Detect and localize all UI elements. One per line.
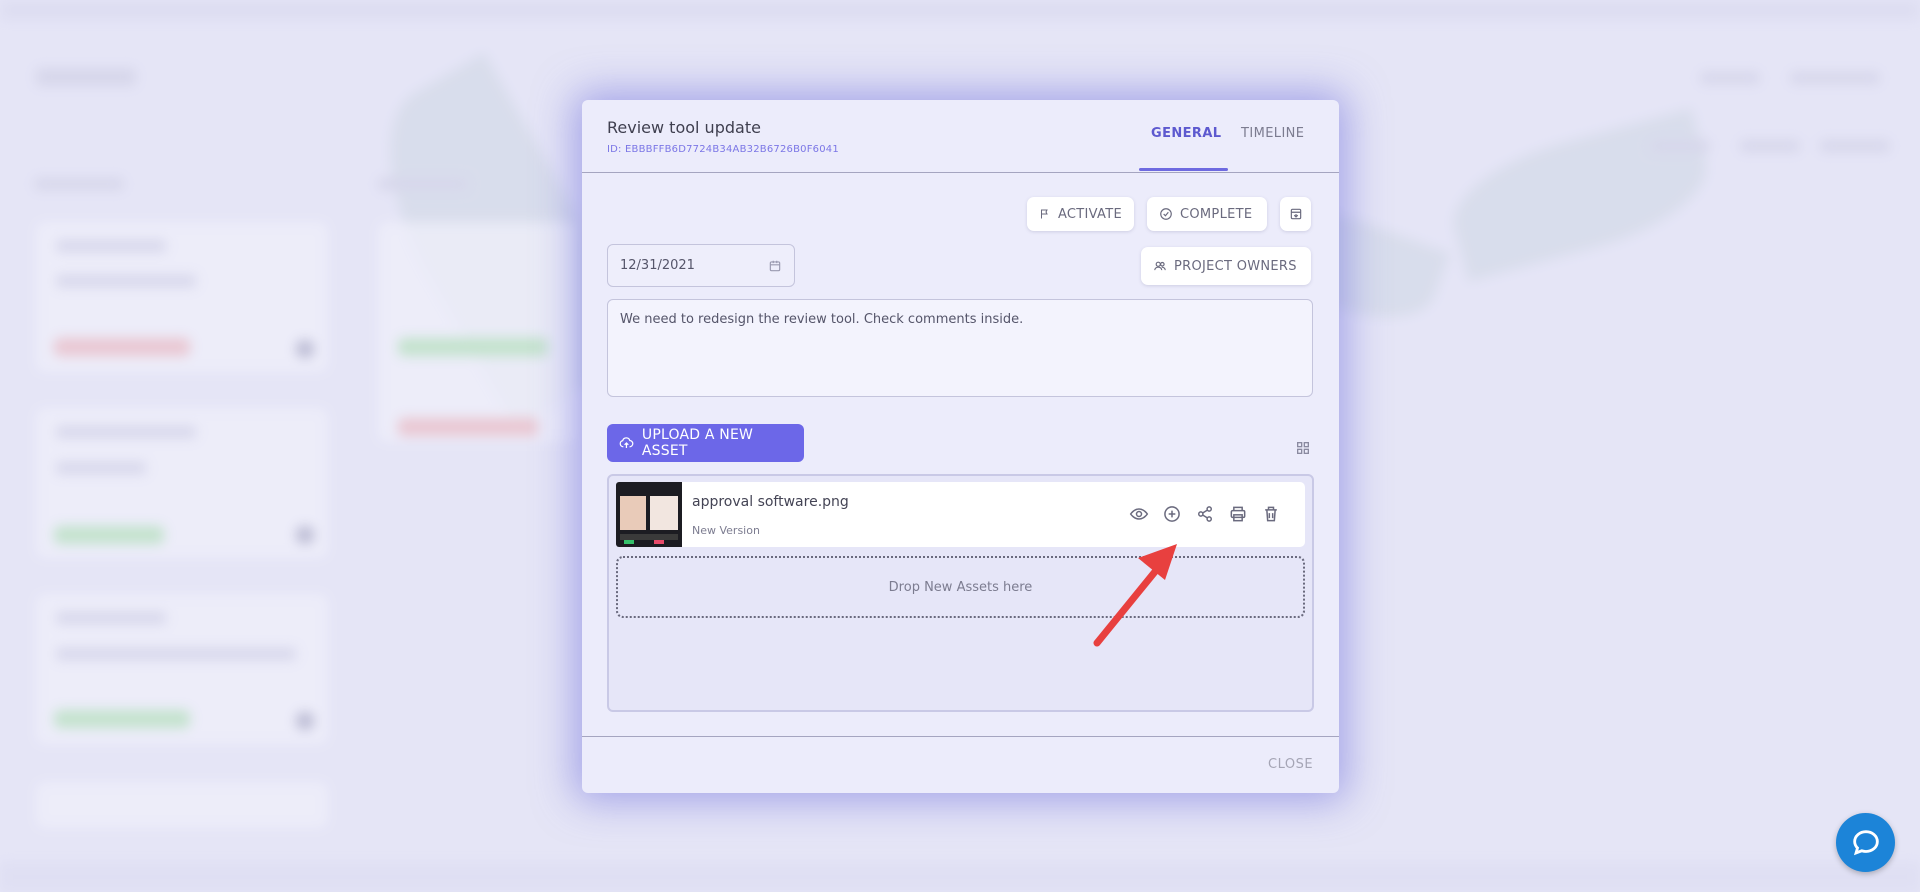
- project-modal: Review tool update ID: EBBBFFB6D7724B34A…: [582, 100, 1339, 793]
- users-icon: [1154, 261, 1166, 271]
- flag-icon: [1040, 209, 1048, 219]
- chat-bubble-icon: [1852, 829, 1879, 855]
- close-button[interactable]: CLOSE: [1268, 757, 1313, 772]
- modal-header: Review tool update ID: EBBBFFB6D7724B34A…: [582, 100, 1339, 173]
- asset-version-label: New Version: [692, 524, 760, 537]
- upload-asset-button[interactable]: UPLOAD A NEW ASSET: [607, 424, 804, 462]
- project-owners-label: PROJECT OWNERS: [1174, 258, 1297, 274]
- eye-icon[interactable]: [1129, 504, 1149, 524]
- complete-label: COMPLETE: [1180, 206, 1253, 222]
- share-icon[interactable]: [1195, 504, 1215, 524]
- modal-footer-divider: [582, 736, 1339, 737]
- active-tab-indicator: [1139, 168, 1228, 171]
- grid-view-icon[interactable]: [1295, 440, 1311, 456]
- activate-button[interactable]: ACTIVATE: [1027, 197, 1134, 231]
- asset-dropzone[interactable]: Drop New Assets here: [616, 556, 1305, 618]
- tab-timeline[interactable]: TIMELINE: [1241, 126, 1304, 141]
- check-circle-icon: [1160, 208, 1172, 220]
- upload-asset-label: UPLOAD A NEW ASSET: [641, 427, 754, 459]
- chat-button[interactable]: [1836, 813, 1895, 872]
- project-owners-button[interactable]: PROJECT OWNERS: [1141, 247, 1311, 285]
- asset-thumbnail[interactable]: [616, 482, 682, 547]
- asset-row[interactable]: approval software.png New Version: [616, 482, 1305, 547]
- due-date-field[interactable]: 12/31/2021: [607, 244, 795, 287]
- tab-general[interactable]: GENERAL: [1151, 126, 1221, 141]
- due-date-value: 12/31/2021: [620, 258, 695, 273]
- activate-label: ACTIVATE: [1057, 206, 1122, 222]
- complete-button[interactable]: COMPLETE: [1147, 197, 1267, 231]
- plus-circle-icon[interactable]: [1162, 504, 1182, 524]
- description-textarea[interactable]: We need to redesign the review tool. Che…: [607, 299, 1313, 397]
- cloud-upload-icon: [619, 437, 634, 448]
- print-icon[interactable]: [1228, 504, 1248, 524]
- archive-button[interactable]: [1280, 197, 1311, 231]
- project-id: ID: EBBBFFB6D7724B34AB32B6726B0F6041: [607, 144, 839, 155]
- asset-name[interactable]: approval software.png: [692, 494, 849, 510]
- trash-icon[interactable]: [1261, 504, 1281, 524]
- calendar-icon[interactable]: [768, 259, 782, 273]
- archive-icon: [1290, 208, 1301, 220]
- asset-list: approval software.png New Version Drop N…: [607, 474, 1314, 712]
- modal-title: Review tool update: [607, 118, 761, 137]
